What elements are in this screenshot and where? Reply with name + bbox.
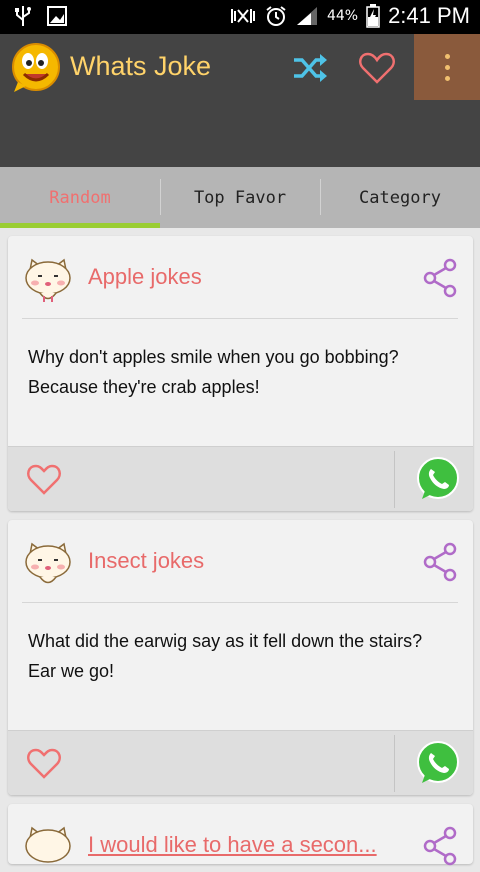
alarm-icon	[266, 6, 286, 26]
tab-random[interactable]: Random	[0, 167, 160, 228]
mute-icon	[230, 9, 255, 23]
whatsapp-icon[interactable]	[414, 739, 462, 787]
footer-divider	[394, 735, 395, 792]
image-icon	[47, 6, 67, 26]
card-title: Insect jokes	[88, 548, 205, 573]
more-vert-icon[interactable]	[414, 34, 480, 100]
action-bar-extension	[0, 100, 480, 167]
tab-category[interactable]: Category	[320, 167, 480, 228]
usb-icon	[15, 6, 31, 26]
signal-icon	[296, 7, 317, 25]
joke-card: Apple jokes Why don't apples smile when …	[8, 236, 473, 511]
share-icon[interactable]	[422, 258, 458, 298]
cat-avatar-icon	[25, 258, 71, 302]
battery-percent: 44%	[326, 8, 359, 24]
card-title: I would like to have a secon...	[88, 832, 377, 857]
battery-icon	[366, 4, 380, 28]
cat-avatar-icon	[25, 542, 71, 584]
tab-indicator	[0, 223, 160, 228]
share-icon[interactable]	[422, 542, 458, 582]
tab-bar: Random Top Favor Category	[0, 167, 480, 228]
heart-icon[interactable]	[358, 50, 396, 86]
card-title: Apple jokes	[88, 264, 202, 289]
share-icon[interactable]	[422, 826, 458, 866]
tab-top-favor[interactable]: Top Favor	[160, 167, 320, 228]
joke-card: Insect jokes What did the earwig say as …	[8, 520, 473, 795]
heart-icon[interactable]	[26, 745, 62, 781]
whatsapp-icon[interactable]	[414, 455, 462, 503]
joke-card: I would like to have a secon...	[8, 804, 473, 866]
card-footer	[8, 446, 473, 511]
shuffle-icon[interactable]	[290, 50, 330, 86]
app-title: Whats Joke	[70, 51, 212, 81]
heart-icon[interactable]	[26, 461, 62, 497]
status-bar: 44% 2:41 PM	[0, 0, 480, 34]
cat-avatar-icon	[25, 826, 71, 863]
divider	[22, 318, 458, 319]
divider	[22, 602, 458, 603]
footer-divider	[394, 451, 395, 508]
action-bar: Whats Joke	[0, 34, 480, 100]
smiley-logo-icon	[12, 43, 60, 92]
joke-text: Why don't apples smile when you go bobbi…	[28, 347, 399, 397]
status-time: 2:41 PM	[388, 3, 470, 28]
joke-text: What did the earwig say as it fell down …	[28, 631, 423, 681]
card-footer	[8, 730, 473, 795]
